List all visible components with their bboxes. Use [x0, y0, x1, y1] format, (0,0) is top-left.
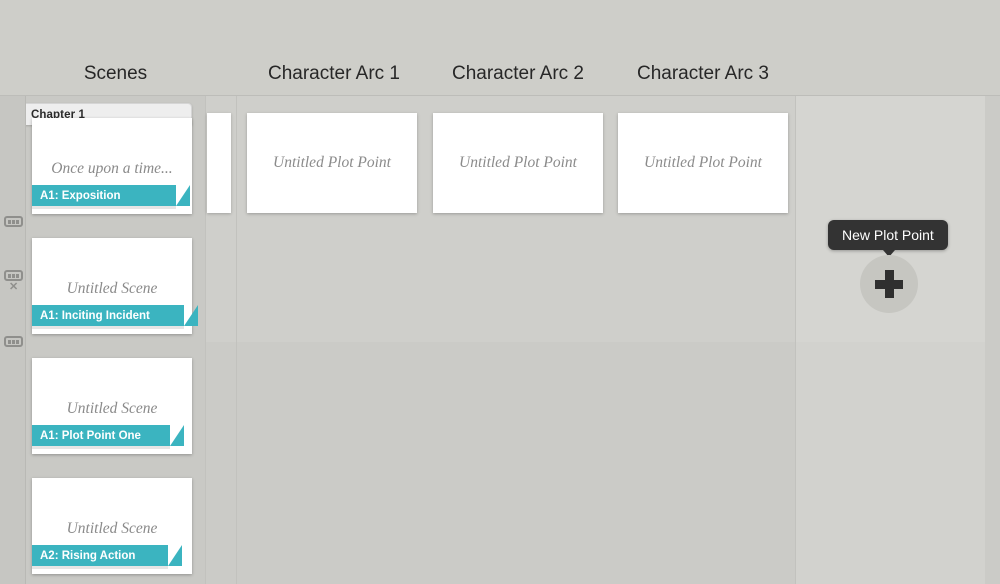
scene-card-title: Untitled Scene [66, 280, 158, 297]
scene-card-label[interactable]: A1: Exposition [32, 185, 190, 206]
clipped-card-sliver[interactable] [207, 113, 231, 213]
column-divider-1 [205, 96, 206, 584]
scene-card-label-text: A1: Inciting Incident [40, 309, 150, 322]
plot-point-card-title: Untitled Plot Point [459, 154, 577, 171]
scene-card[interactable]: Untitled Scene A2: Rising Action [32, 478, 192, 574]
new-plot-point-tooltip-text: New Plot Point [842, 227, 934, 243]
plot-point-card[interactable]: Untitled Plot Point [247, 113, 417, 213]
plot-point-card-title: Untitled Plot Point [644, 154, 762, 171]
new-plot-point-button[interactable] [860, 255, 918, 313]
scene-card-label-text: A2: Rising Action [40, 549, 136, 562]
grip-handle-icon[interactable] [4, 270, 23, 281]
scene-gutter-rail: ✕ [0, 96, 26, 584]
scene-card[interactable]: Once upon a time... A1: Exposition [32, 118, 192, 214]
right-edge-strip [985, 96, 1000, 584]
corkboard-canvas: Scenes Character Arc 1 Character Arc 2 C… [0, 0, 1000, 584]
ribbon-shadow [32, 446, 170, 449]
grip-handle-icon[interactable] [4, 336, 23, 347]
remove-divider-icon[interactable]: ✕ [9, 282, 18, 293]
ribbon-shadow [32, 206, 176, 209]
column-divider-3 [795, 96, 796, 584]
new-plot-point-tooltip: New Plot Point [828, 220, 948, 250]
lower-row-band [205, 342, 795, 584]
column-divider-2 [236, 96, 237, 584]
ribbon-shadow [32, 566, 168, 569]
ribbon-tail-icon [176, 185, 190, 206]
scene-card-label[interactable]: A1: Plot Point One [32, 425, 184, 446]
plot-point-card[interactable]: Untitled Plot Point [618, 113, 788, 213]
scene-card-label-text: A1: Plot Point One [40, 429, 141, 442]
column-header-character-arc-2[interactable]: Character Arc 2 [430, 63, 606, 85]
scene-card-label-text: A1: Exposition [40, 189, 121, 202]
plus-icon-vertical [884, 270, 894, 298]
plot-point-card-title: Untitled Plot Point [273, 154, 391, 171]
column-header-scenes[interactable]: Scenes [26, 63, 205, 85]
scene-card[interactable]: Untitled Scene A1: Plot Point One [32, 358, 192, 454]
scene-card-label[interactable]: A2: Rising Action [32, 545, 182, 566]
plot-point-card[interactable]: Untitled Plot Point [433, 113, 603, 213]
ribbon-tail-icon [168, 545, 182, 566]
scene-card[interactable]: Untitled Scene A1: Inciting Incident [32, 238, 198, 334]
grip-handle-icon[interactable] [4, 216, 23, 227]
scene-card-title: Once upon a time... [51, 160, 173, 177]
column-header-character-arc-3[interactable]: Character Arc 3 [615, 63, 791, 85]
scenes-column: Chapter 1 Once upon a time... A1: Exposi… [26, 96, 205, 584]
ribbon-tail-icon [184, 305, 198, 326]
scene-card-label[interactable]: A1: Inciting Incident [32, 305, 198, 326]
ribbon-tail-icon [170, 425, 184, 446]
rightmost-column-band-lower [795, 342, 985, 584]
scene-card-title: Untitled Scene [66, 520, 158, 537]
scene-card-title: Untitled Scene [66, 400, 158, 417]
column-header-character-arc-1[interactable]: Character Arc 1 [246, 63, 422, 85]
ribbon-shadow [32, 326, 184, 329]
